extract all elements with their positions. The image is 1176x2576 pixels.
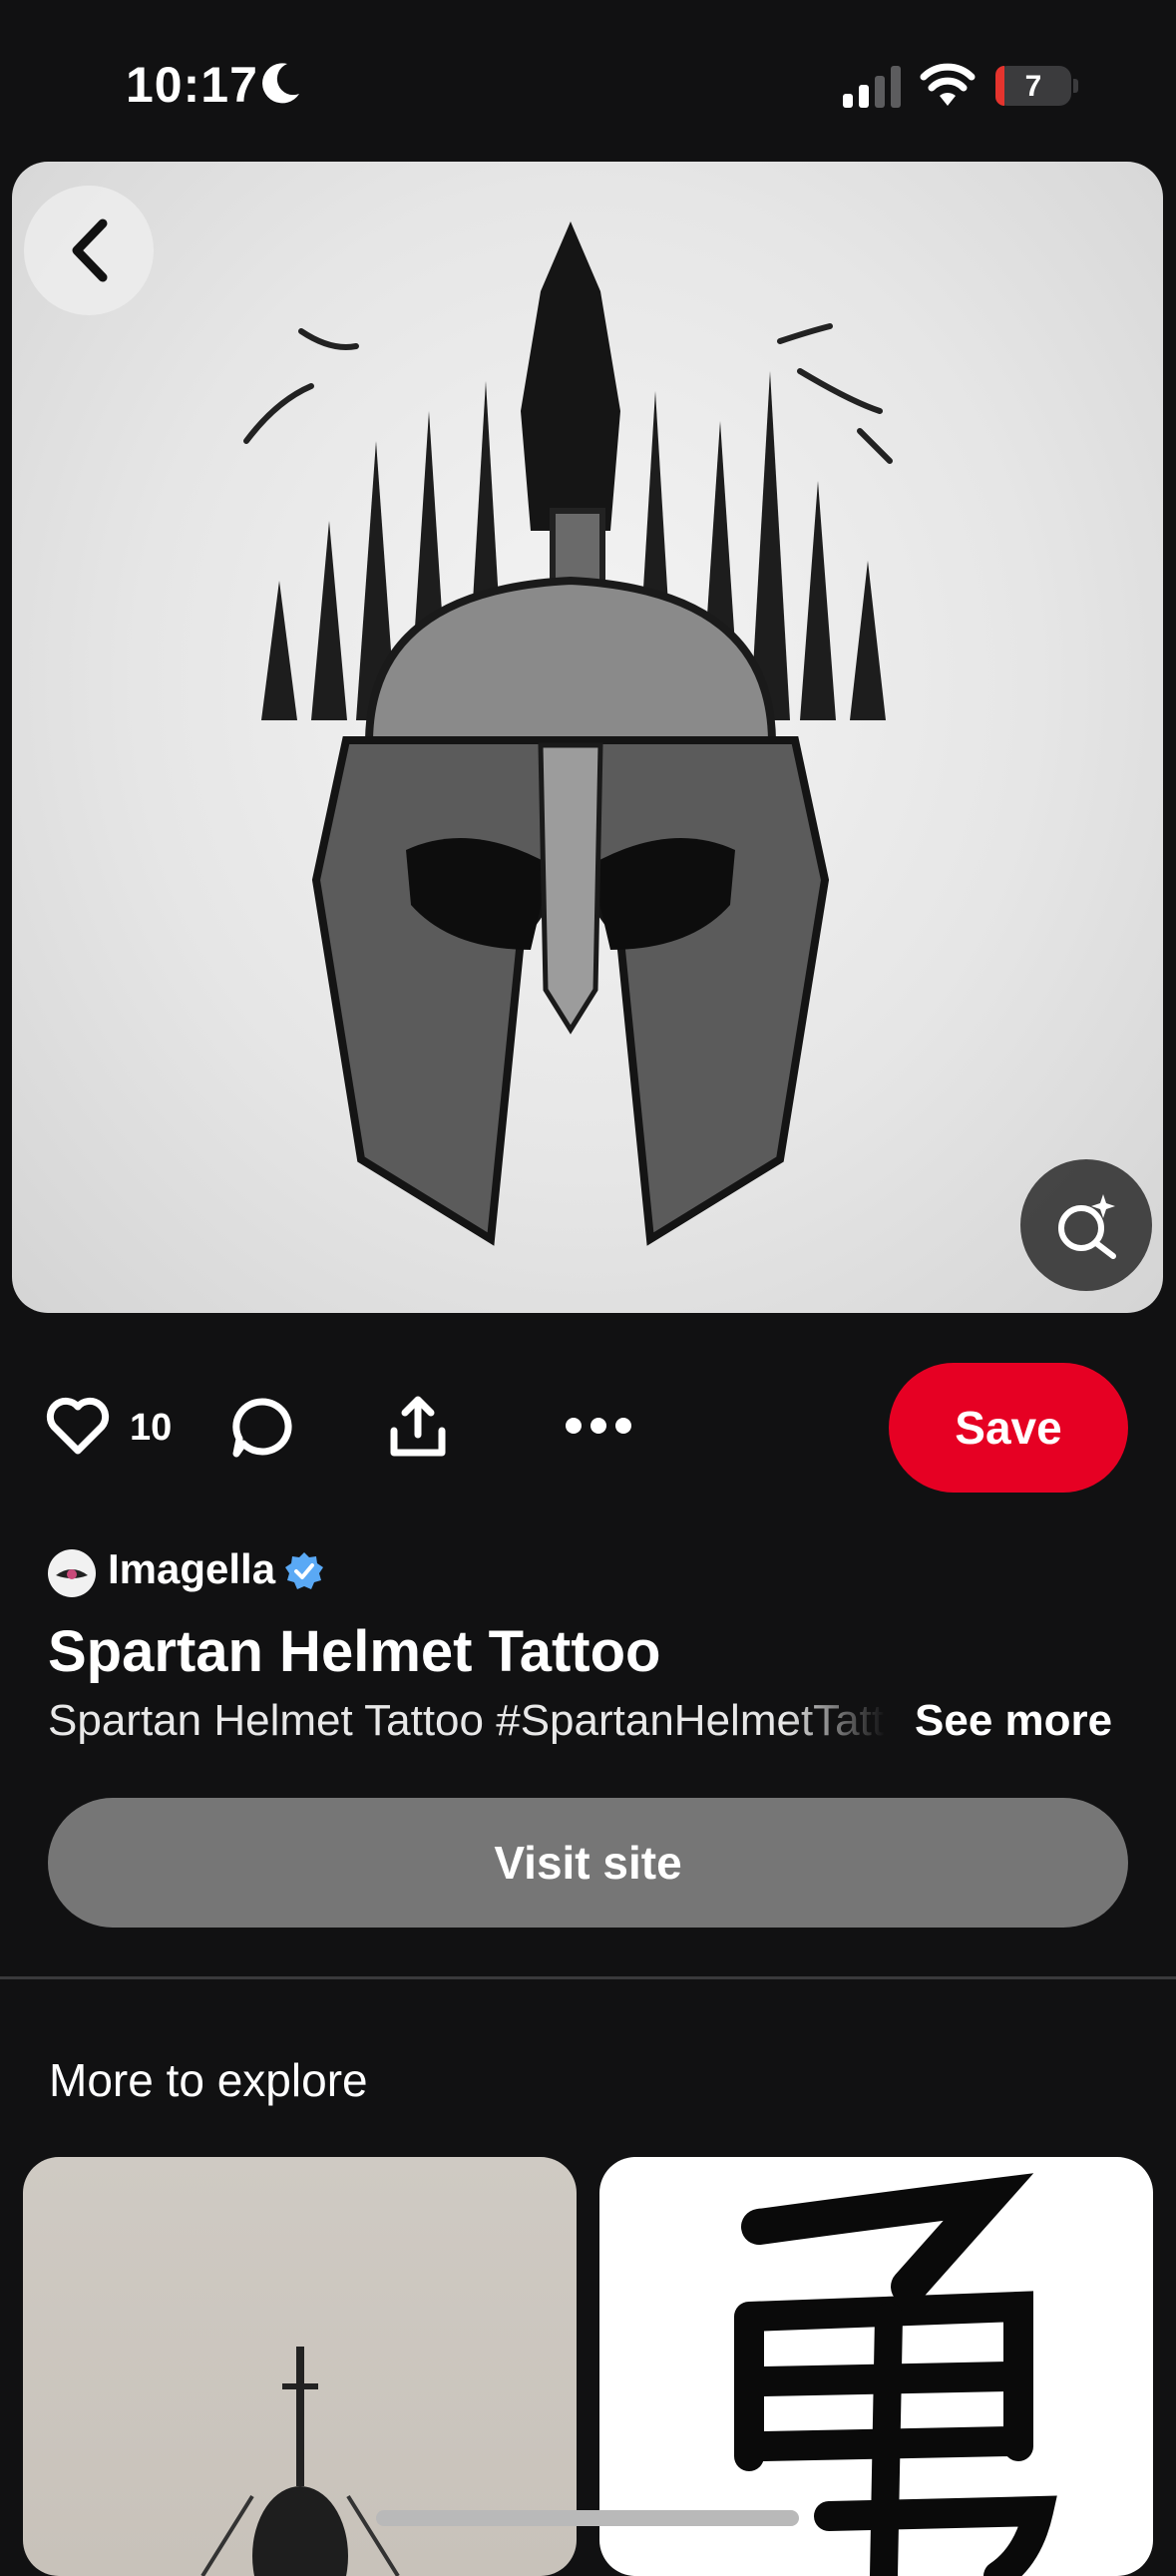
cellular-signal-icon [843,66,901,108]
share-icon[interactable] [389,1395,447,1459]
verified-badge-icon [285,1552,323,1589]
visual-search-icon [1058,1194,1116,1259]
section-divider [0,1976,1176,1979]
spartan-helmet-illustration [243,221,893,1246]
like-count: 10 [130,1407,173,1449]
pin-description: Spartan Helmet Tattoo #SpartanHelmetTatt… [48,1696,886,1745]
wifi-icon [920,63,976,106]
avatar-eye-icon [56,1569,88,1579]
explore-heading: More to explore [49,2054,368,2106]
back-button[interactable] [24,186,154,315]
creator-name[interactable]: Imagella [108,1545,275,1593]
battery-cap [1073,79,1078,93]
more-icon[interactable] [564,1415,633,1437]
comment-icon[interactable] [231,1397,293,1459]
battery-percentage: 7 [1024,70,1042,103]
pin-title: Spartan Helmet Tattoo [48,1619,661,1684]
moon-icon [262,63,299,104]
visual-search-button[interactable] [1020,1159,1152,1291]
back-chevron-icon [72,218,108,282]
heart-icon[interactable] [46,1397,110,1455]
visit-site-button[interactable]: Visit site [48,1798,1128,1928]
see-more-link[interactable]: See more [915,1696,1112,1746]
avatar[interactable] [48,1549,96,1597]
save-button[interactable]: Save [889,1363,1128,1493]
home-indicator[interactable] [376,2510,799,2526]
battery-icon: 7 [995,66,1071,106]
pin-image[interactable] [12,162,1163,1313]
status-time: 10:17 [126,57,258,113]
